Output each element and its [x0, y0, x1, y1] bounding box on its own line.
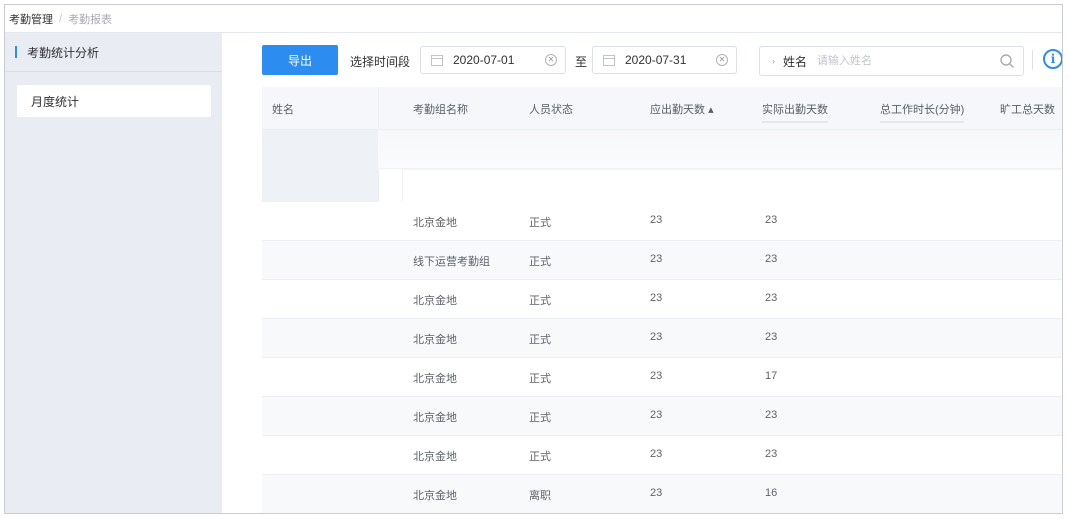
table-row-empty — [378, 130, 1062, 169]
cell-actual-days: 23 — [765, 292, 778, 304]
cell-status: 正式 — [529, 295, 551, 307]
cell-expected-days: 23 — [650, 370, 663, 382]
breadcrumb-item-attendance[interactable]: 考勤管理 — [9, 11, 53, 27]
cell-expected-days: 23 — [650, 214, 663, 226]
sidebar-section-title: 考勤统计分析 — [5, 33, 222, 72]
column-header-group[interactable]: 考勤组名称 — [413, 101, 468, 117]
cell-group: 北京金地 — [413, 373, 457, 385]
breadcrumb-item-report: 考勤报表 — [68, 13, 113, 26]
breadcrumb: 考勤管理 / 考勤报表 — [5, 5, 1062, 33]
attendance-table: 姓名 考勤组名称 人员状态 应出勤天数 ▴ 实际出勤天数 总工作时长(分钟) 旷… — [262, 87, 1062, 513]
cell-actual-days: 23 — [765, 448, 778, 460]
calendar-icon — [603, 54, 615, 66]
cell-group: 北京金地 — [413, 412, 457, 424]
cell-status: 正式 — [529, 412, 551, 424]
table-row[interactable]: 北京金地 正式 23 17 — [262, 358, 1062, 397]
end-date-picker[interactable]: 2020-07-31 ✕ — [592, 46, 737, 74]
cell-expected-days: 23 — [650, 253, 663, 265]
cell-actual-days: 16 — [765, 487, 778, 499]
date-range-separator: 至 — [575, 55, 588, 69]
column-header-total-minutes[interactable]: 总工作时长(分钟) — [880, 101, 965, 123]
fixed-name-column — [262, 130, 379, 202]
export-button[interactable]: 导出 — [262, 45, 338, 75]
start-date-picker[interactable]: 2020-07-01 ✕ — [420, 46, 566, 74]
column-header-name[interactable]: 姓名 — [272, 101, 294, 117]
cell-expected-days: 23 — [650, 487, 663, 499]
cell-actual-days: 23 — [765, 253, 778, 265]
table-row[interactable]: 北京金地 离职 23 16 — [262, 475, 1062, 513]
cell-group: 线下运营考勤组 — [413, 256, 490, 268]
toolbar: 导出 选择时间段 2020-07-01 ✕ 至 2020-07-31 ✕ › 姓… — [262, 45, 1062, 77]
table-row[interactable]: 北京金地 正式 23 23 — [262, 280, 1062, 319]
dropdown-caret-icon[interactable]: › — [772, 56, 775, 66]
calendar-icon — [431, 54, 443, 66]
cell-expected-days: 23 — [650, 331, 663, 343]
cell-group: 北京金地 — [413, 295, 457, 307]
cell-status: 正式 — [529, 451, 551, 463]
clear-icon[interactable]: ✕ — [545, 54, 557, 66]
cell-group: 北京金地 — [413, 490, 457, 502]
column-header-absent-days[interactable]: 旷工总天数 — [1000, 101, 1055, 117]
info-icon[interactable]: i — [1043, 49, 1062, 69]
end-date-value: 2020-07-31 — [625, 53, 687, 67]
date-range-label: 选择时间段 — [350, 55, 411, 69]
cell-status: 离职 — [529, 490, 551, 502]
table-row[interactable]: 北京金地 正式 23 23 — [262, 436, 1062, 475]
sidebar-item-label: 月度统计 — [31, 94, 80, 109]
cell-status: 正式 — [529, 217, 551, 229]
sidebar-title-label: 考勤统计分析 — [27, 45, 100, 60]
table-row[interactable]: 北京金地 正式 23 23 — [262, 319, 1062, 358]
column-header-status[interactable]: 人员状态 — [529, 101, 573, 117]
search-field-select[interactable]: 姓名 — [783, 53, 807, 70]
column-header-actual-days[interactable]: 实际出勤天数 — [762, 101, 828, 123]
cell-status: 正式 — [529, 373, 551, 385]
accent-bar — [15, 46, 17, 58]
sidebar-item-monthly-stats[interactable]: 月度统计 — [17, 85, 211, 117]
cell-group: 北京金地 — [413, 334, 457, 346]
search-input[interactable] — [815, 54, 960, 68]
cell-status: 正式 — [529, 256, 551, 268]
table-row-empty — [402, 169, 1062, 202]
table-header: 姓名 考勤组名称 人员状态 应出勤天数 ▴ 实际出勤天数 总工作时长(分钟) 旷… — [262, 87, 1062, 130]
cell-actual-days: 23 — [765, 409, 778, 421]
clear-icon[interactable]: ✕ — [716, 54, 728, 66]
cell-group: 北京金地 — [413, 451, 457, 463]
search-box[interactable]: › 姓名 — [759, 46, 1024, 76]
table-row[interactable]: 北京金地 正式 23 23 — [262, 397, 1062, 436]
app-frame: 考勤管理 / 考勤报表 考勤统计分析 月度统计 导出 选择时间段 2020-07… — [4, 4, 1063, 514]
cell-actual-days: 23 — [765, 214, 778, 226]
cell-actual-days: 23 — [765, 331, 778, 343]
column-header-expected-days[interactable]: 应出勤天数 ▴ — [650, 101, 714, 117]
start-date-value: 2020-07-01 — [453, 53, 515, 67]
table-row[interactable]: 北京金地 正式 23 23 — [262, 202, 1062, 241]
breadcrumb-separator: / — [59, 12, 63, 25]
sort-icon[interactable]: ▴ — [708, 104, 714, 116]
toolbar-divider — [1032, 50, 1033, 70]
cell-status: 正式 — [529, 334, 551, 346]
cell-expected-days: 23 — [650, 409, 663, 421]
table-row[interactable]: 线下运营考勤组 正式 23 23 — [262, 241, 1062, 280]
column-header-label: 应出勤天数 — [650, 104, 705, 116]
search-icon[interactable] — [999, 53, 1015, 69]
cell-expected-days: 23 — [650, 292, 663, 304]
sidebar: 考勤统计分析 月度统计 — [5, 33, 222, 513]
cell-expected-days: 23 — [650, 448, 663, 460]
cell-actual-days: 17 — [765, 370, 778, 382]
cell-group: 北京金地 — [413, 217, 457, 229]
